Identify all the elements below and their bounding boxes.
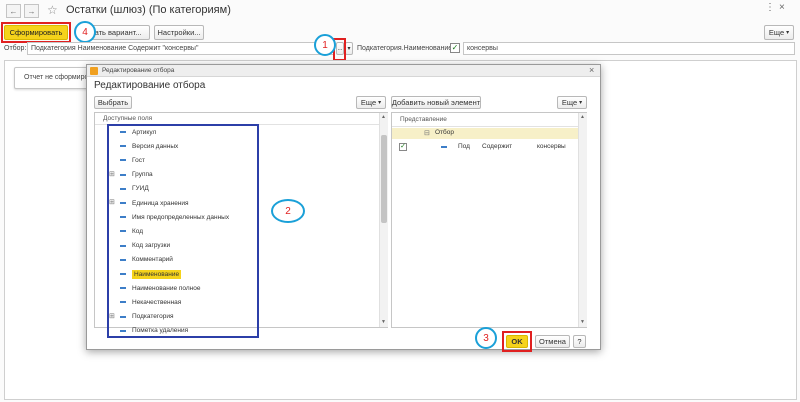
filter-edit-dialog: Редактирование отбора × Редактирование о…: [86, 64, 601, 352]
star-icon[interactable]: ☆: [47, 3, 58, 17]
condition-value: консервы: [537, 143, 566, 150]
scroll-up-icon[interactable]: ▲: [580, 114, 585, 120]
scrollbar[interactable]: ▲ ▼: [379, 113, 388, 327]
more-label: Еще: [768, 28, 785, 37]
presentation-header-divider: [392, 126, 578, 127]
dialog-titlebar: Редактирование отбора ×: [87, 65, 600, 77]
collapse-icon[interactable]: ⊟: [424, 129, 430, 137]
more-icon[interactable]: ⋮: [765, 2, 775, 13]
available-fields-header: Доступные поля: [103, 115, 153, 122]
chevron-down-icon: ▾: [378, 100, 382, 106]
filter-tree-panel: Представление ⊟ Отбор ✓ Под Содержит кон…: [391, 112, 587, 328]
chevron-down-icon: ▾: [347, 46, 351, 52]
callout-4: 4: [74, 21, 96, 43]
scroll-up-icon[interactable]: ▲: [381, 114, 386, 120]
fields-selection-box: [107, 124, 259, 338]
callout-2: 2: [271, 199, 305, 223]
scroll-down-icon[interactable]: ▼: [381, 319, 386, 325]
condition-field: Под: [458, 143, 470, 150]
filter-dropdown-button[interactable]: ▾: [345, 42, 353, 55]
condition-comparison: Содержит: [482, 143, 513, 150]
select-button[interactable]: Выбрать: [94, 96, 132, 109]
dialog-heading: Редактирование отбора: [94, 80, 206, 91]
callout-3: 3: [475, 327, 497, 349]
left-more-label: Еще: [360, 98, 377, 107]
forward-button[interactable]: →: [24, 4, 39, 18]
subcategory-field-label: Подкатегория.Наименование:: [357, 45, 455, 52]
dash-icon: [441, 146, 447, 148]
highlight-ok: [502, 331, 532, 352]
right-scrollbar[interactable]: ▲ ▼: [578, 113, 587, 327]
presentation-header: Представление: [400, 116, 447, 123]
settings-button[interactable]: Настройки...: [154, 25, 204, 40]
window-title: Остатки (шлюз) (По категориям): [66, 4, 231, 16]
help-button[interactable]: ?: [573, 335, 586, 348]
dialog-titlebar-title: Редактирование отбора: [102, 67, 175, 74]
right-more-button[interactable]: Еще ▾: [557, 96, 587, 109]
report-placeholder: Отчет не сформиров...: [14, 67, 98, 89]
scroll-down-icon[interactable]: ▼: [580, 319, 585, 325]
subcategory-checkbox[interactable]: ✓: [450, 43, 460, 53]
add-element-button[interactable]: Добавить новый элемент: [391, 96, 481, 109]
chevron-down-icon: ▾: [579, 100, 583, 106]
highlight-generate: [1, 22, 71, 43]
back-button[interactable]: ←: [6, 4, 21, 18]
close-icon[interactable]: ×: [779, 2, 785, 13]
scrollbar-thumb[interactable]: [381, 135, 387, 223]
filter-group-row[interactable]: ⊟ Отбор: [392, 128, 578, 139]
filter-field[interactable]: Подкатегория Наименование Содержит "конс…: [27, 42, 334, 55]
callout-1: 1: [314, 34, 336, 56]
filter-label: Отбор:: [4, 45, 27, 52]
app-icon: [90, 67, 98, 75]
dialog-close-icon[interactable]: ×: [589, 65, 594, 75]
condition-checkbox[interactable]: ✓: [399, 143, 407, 151]
right-more-label: Еще: [561, 98, 578, 107]
condition-row[interactable]: ✓ Под Содержит консервы: [392, 141, 578, 153]
more-button[interactable]: Еще ▾: [764, 25, 794, 40]
subcategory-value-field[interactable]: консервы: [463, 42, 795, 55]
filter-group-label: Отбор: [435, 129, 454, 136]
left-more-button[interactable]: Еще ▾: [356, 96, 386, 109]
cancel-button[interactable]: Отмена: [535, 335, 570, 348]
chevron-down-icon: ▾: [786, 30, 790, 36]
